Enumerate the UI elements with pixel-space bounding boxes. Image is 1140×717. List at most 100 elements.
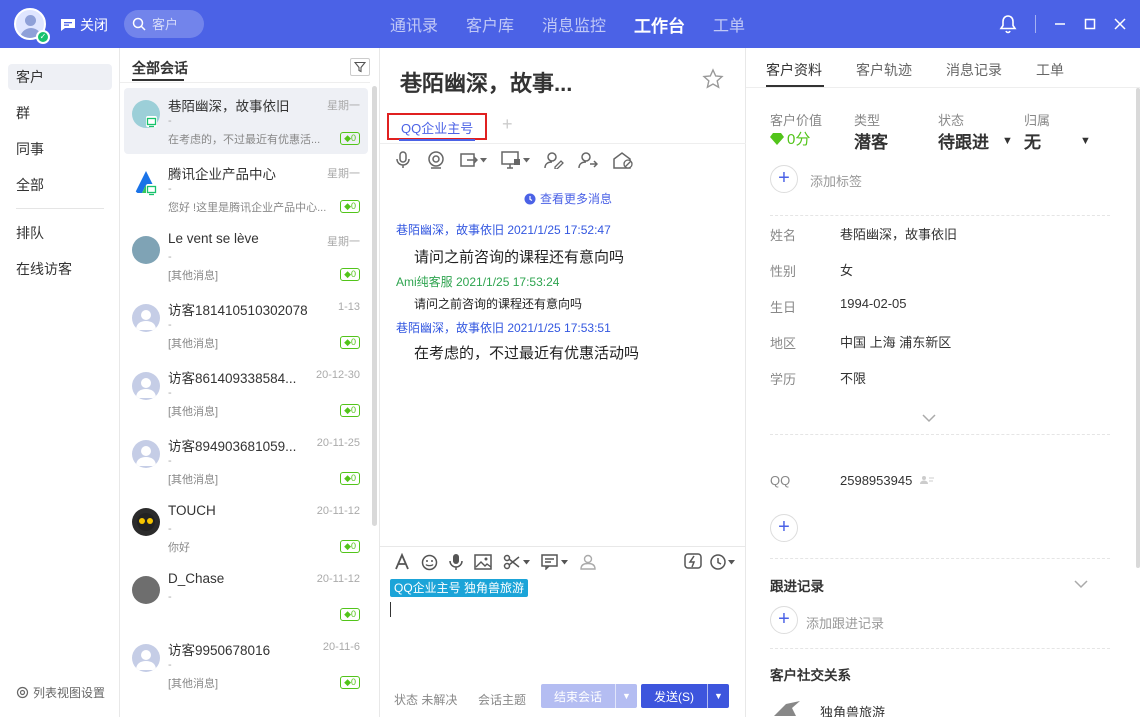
- send-button[interactable]: 发送(S) ▼: [641, 684, 729, 708]
- add-tag-button[interactable]: +: [770, 165, 798, 193]
- close-window-icon[interactable]: [1114, 18, 1126, 30]
- nav-item-queue[interactable]: 排队: [8, 220, 112, 246]
- add-followup-button[interactable]: +: [770, 606, 798, 634]
- maximize-icon[interactable]: [1084, 18, 1096, 30]
- history-tool[interactable]: [710, 554, 735, 570]
- tab-qq-account[interactable]: QQ企业主号: [387, 113, 487, 141]
- conversation-item[interactable]: 访客861409338584... 20-12-30 - [其他消息] ◆0: [124, 360, 368, 426]
- conversation-item[interactable]: 腾讯企业产品中心 星期一 - 您好 !这里是腾讯企业产品中心... ◆0: [124, 156, 368, 222]
- nav-item-groups[interactable]: 群: [8, 100, 112, 126]
- end-session-button[interactable]: 结束会话 ▼: [541, 684, 637, 708]
- add-tag-label[interactable]: 添加标签: [810, 171, 862, 190]
- scrollbar[interactable]: [372, 86, 377, 526]
- add-followup-label[interactable]: 添加跟进记录: [806, 613, 884, 632]
- conversation-item[interactable]: 访客894903681059... 20-11-25 - [其他消息] ◆0: [124, 428, 368, 494]
- nav-tickets[interactable]: 工单: [713, 12, 745, 36]
- qq-label: QQ: [770, 473, 791, 488]
- conversation-name: TOUCH: [168, 503, 216, 518]
- conversation-list-title[interactable]: 全部会话: [132, 58, 188, 78]
- owner-select[interactable]: 无 ▼: [1024, 128, 1091, 153]
- divider: [770, 648, 1110, 649]
- scissors-tool[interactable]: [503, 554, 530, 570]
- emoji-icon[interactable]: [421, 554, 438, 571]
- send-options-dropdown[interactable]: ▼: [707, 684, 729, 708]
- end-session-dropdown[interactable]: ▼: [615, 684, 637, 708]
- conversation-name: 访客861409338584...: [168, 371, 297, 386]
- screen-tool[interactable]: [501, 151, 530, 169]
- nav-item-online-visitors[interactable]: 在线访客: [8, 256, 112, 282]
- home-block-icon[interactable]: [612, 151, 634, 169]
- user-avatar[interactable]: ✓: [14, 8, 50, 44]
- tab-tickets[interactable]: 工单: [1036, 60, 1064, 80]
- tab-customer-profile[interactable]: 客户资料: [766, 60, 822, 80]
- conversation-item[interactable]: D_Chase 20-11-12 - ◆0: [124, 564, 368, 630]
- status-select[interactable]: 待跟进 ▼: [938, 128, 1013, 153]
- load-more-messages[interactable]: 查看更多消息: [524, 190, 612, 207]
- chat-panel: 巷陌幽深，故事... QQ企业主号 + 查看更多消息 巷陌幽深，故事依旧 202…: [380, 48, 746, 717]
- nav-workbench[interactable]: 工作台: [634, 12, 685, 37]
- nav-item-customers[interactable]: 客户: [8, 64, 112, 90]
- field-value[interactable]: 1994-02-05: [840, 296, 907, 311]
- add-contact-button[interactable]: +: [770, 514, 798, 542]
- list-view-settings[interactable]: 列表视图设置: [16, 684, 105, 701]
- message-sender: 巷陌幽深，故事依旧 2021/1/25 17:53:51: [396, 321, 611, 335]
- conversation-item[interactable]: 访客9950678016 20-11-6 - [其他消息] ◆0: [124, 632, 368, 698]
- scrollbar[interactable]: [1136, 88, 1140, 568]
- font-icon[interactable]: [394, 553, 410, 571]
- search-box[interactable]: [124, 10, 204, 38]
- nav-item-colleagues[interactable]: 同事: [8, 136, 112, 162]
- field-label: 生日: [770, 300, 797, 315]
- conversation-subtitle: -: [168, 523, 172, 535]
- bell-icon[interactable]: [999, 14, 1017, 34]
- nav-contacts[interactable]: 通讯录: [390, 12, 438, 36]
- conversation-name: D_Chase: [168, 571, 225, 586]
- transfer-tool[interactable]: [460, 151, 487, 169]
- diamond-icon: ◆: [344, 133, 351, 143]
- lightning-icon[interactable]: [684, 553, 702, 571]
- conversation-item[interactable]: 访客181410510302078 1-13 - [其他消息] ◆0: [124, 292, 368, 358]
- diamond-icon: ◆: [344, 677, 351, 687]
- conversation-subtitle: -: [168, 591, 172, 603]
- user-transfer-icon[interactable]: [578, 151, 598, 169]
- account-tag-chip[interactable]: QQ企业主号 独角兽旅游: [390, 579, 529, 597]
- tab-customer-trail[interactable]: 客户轨迹: [856, 60, 912, 80]
- user-edit-icon[interactable]: [544, 151, 564, 169]
- microphone-icon[interactable]: [394, 150, 412, 170]
- field-value[interactable]: 巷陌幽深，故事依旧: [840, 224, 957, 243]
- nav-message-monitor[interactable]: 消息监控: [542, 12, 606, 36]
- field-value[interactable]: 不限: [840, 368, 866, 387]
- session-topic[interactable]: 会话主题: [478, 691, 526, 708]
- conversation-item[interactable]: TOUCH 20-11-12 - 你好 ◆0: [124, 496, 368, 562]
- filter-button[interactable]: [350, 58, 370, 76]
- collapse-chevron-icon[interactable]: [1074, 580, 1088, 589]
- contact-card-icon: [919, 476, 934, 484]
- expand-chevron-icon[interactable]: [922, 414, 936, 423]
- chat-toolbar: [394, 148, 634, 172]
- star-icon[interactable]: [702, 68, 724, 90]
- search-input[interactable]: [152, 16, 196, 32]
- nav-item-all[interactable]: 全部: [8, 172, 112, 198]
- field-value[interactable]: 女: [840, 260, 853, 279]
- nav-customer-library[interactable]: 客户库: [466, 12, 514, 36]
- user-card-icon[interactable]: [579, 554, 597, 570]
- image-icon[interactable]: [474, 554, 492, 570]
- value-badge: ◆0: [340, 540, 360, 553]
- conversation-item[interactable]: Le vent se lève 星期一 - [其他消息] ◆0: [124, 224, 368, 290]
- filter-icon: [354, 61, 366, 73]
- conversation-name: 访客9950678016: [168, 643, 271, 658]
- tab-message-history[interactable]: 消息记录: [946, 60, 1002, 80]
- close-button[interactable]: 关闭: [60, 15, 108, 35]
- minimize-icon[interactable]: [1054, 18, 1066, 30]
- quick-reply-tool[interactable]: [541, 554, 568, 570]
- field-label: 性别: [770, 264, 797, 279]
- session-status[interactable]: 状态 未解决: [394, 691, 457, 708]
- quick-reply-icon: [541, 554, 558, 570]
- camera-icon[interactable]: [426, 150, 446, 170]
- divider: [770, 558, 1110, 559]
- field-value[interactable]: 中国 上海 浦东新区: [840, 332, 951, 351]
- voice-icon[interactable]: [449, 553, 463, 571]
- conversation-item[interactable]: 巷陌幽深，故事依旧 星期一 - 在考虑的，不过最近有优惠活... ◆0: [124, 88, 368, 154]
- add-tab-button[interactable]: +: [502, 114, 513, 135]
- social-item-name[interactable]: 独角兽旅游: [820, 702, 885, 717]
- input-toolbar-right: [684, 551, 735, 573]
